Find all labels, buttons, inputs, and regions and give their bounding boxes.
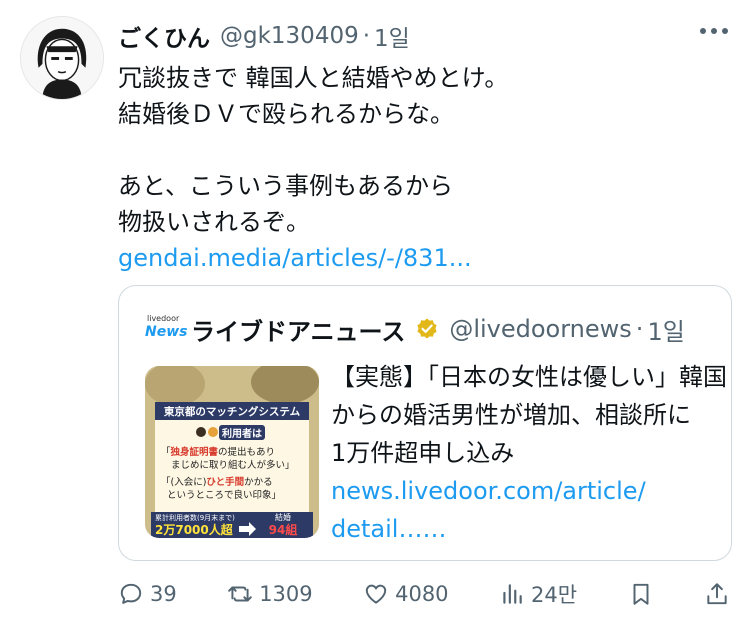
verified-badge-icon	[417, 318, 437, 339]
quote-line: 1万件超申し込み	[331, 439, 515, 467]
repost-icon	[228, 586, 252, 602]
action-bar: 39 1309 4080 24만	[118, 576, 730, 612]
thumb-quote1-highlight: 独身証明書	[170, 446, 219, 458]
quote-handle[interactable]: @livedoornews	[449, 315, 631, 343]
quote-author-name[interactable]: ライブドアニュース	[191, 312, 405, 347]
quote-link-line[interactable]: detail……	[331, 510, 721, 548]
post-text: 冗談抜きで 韓国人と結婚やめとけ。 結婚後ＤＶで殴られるからな。 あと、こういう…	[118, 60, 728, 276]
quote-link-line[interactable]: news.livedoor.com/article/	[331, 472, 721, 510]
post-line: 物扱いされるぞ。	[118, 208, 310, 236]
like-count: 4080	[395, 582, 449, 606]
thumb-quote1-line1: 「独身証明書の提出もあり	[161, 446, 275, 458]
like-icon	[365, 584, 387, 604]
post-line: 結婚後ＤＶで殴られるからな。	[118, 100, 454, 128]
quote-thumbnail[interactable]: 東京都のマッチングシステム 利用者は 「独身証明書の提出もあり まじめに取り組む…	[145, 366, 319, 538]
reply-count: 39	[150, 582, 177, 606]
post-time[interactable]: 1일	[374, 19, 410, 53]
post-line-blank	[118, 132, 728, 168]
more-dot	[700, 28, 706, 34]
post-line: あと、こういう事例もあるから	[118, 172, 454, 200]
more-dot	[722, 28, 728, 34]
thumb-marriage-label: 結婚	[275, 512, 291, 522]
thumb-quote2-highlight: ひと手間	[206, 476, 244, 488]
thumb-quote2-b: かかる	[244, 477, 273, 488]
logo-small-text: livedoor	[147, 314, 180, 323]
more-icon[interactable]	[700, 28, 728, 34]
thumb-stat-value: 2万7000人超	[155, 522, 234, 537]
thumb-quote2-line2: というところで良い印象」	[167, 489, 281, 501]
quote-line: からの婚活男性が増加、相談所に	[331, 401, 691, 429]
post-link[interactable]: gendai.media/articles/-/831...	[118, 240, 728, 276]
avatar[interactable]	[20, 16, 104, 100]
thumb-quote1-a: の提出もあり	[218, 446, 275, 458]
livedoor-news-logo[interactable]: livedoor News	[141, 312, 187, 346]
thumb-quote2-a: 「(入会に)	[161, 476, 206, 488]
share-button[interactable]	[704, 581, 730, 607]
quote-separator: ·	[635, 315, 644, 343]
post-line: 冗談抜きで 韓国人と結婚やめとけ。	[118, 64, 509, 92]
more-dot	[711, 28, 717, 34]
like-button[interactable]: 4080	[363, 581, 449, 607]
views-icon	[503, 584, 522, 604]
share-icon	[707, 583, 727, 605]
post-header: ごくひん @gk130409 · 1일	[118, 20, 410, 52]
quoted-post[interactable]: livedoor News ライブドアニュース @livedoornews · …	[118, 285, 732, 561]
avatar-illustration	[21, 17, 103, 99]
thumb-badge: 利用者は	[222, 427, 262, 440]
thumb-title: 東京都のマッチングシステム	[164, 405, 301, 418]
thumb-quote1-line2: まじめに取り組む人が多い」	[171, 459, 295, 471]
thumb-marriage-value: 94組	[269, 522, 298, 537]
thumb-quote2-line1: 「(入会に)ひと手間かかる	[161, 476, 273, 488]
repost-button[interactable]: 1309	[227, 581, 313, 607]
quote-time[interactable]: 1일	[647, 312, 684, 347]
author-handle[interactable]: @gk130409	[220, 23, 359, 49]
reply-button[interactable]: 39	[118, 581, 177, 607]
author-name[interactable]: ごくひん	[118, 19, 210, 53]
thumb-stat-label: 累計利用者数(9月末まで)	[155, 513, 235, 522]
bookmark-button[interactable]	[628, 581, 654, 607]
quote-text: 【実態】｢日本の女性は優しい」韓国 からの婚活男性が増加、相談所に 1万件超申し…	[331, 358, 727, 548]
meta-separator: ·	[362, 23, 371, 49]
repost-count: 1309	[259, 582, 313, 606]
views-button[interactable]: 24만	[499, 579, 577, 609]
quote-header: livedoor News ライブドアニュース @livedoornews · …	[141, 312, 685, 346]
bookmark-icon	[633, 583, 648, 605]
reply-icon	[120, 583, 142, 604]
thumbnail-graphic: 東京都のマッチングシステム 利用者は 「独身証明書の提出もあり まじめに取り組む…	[145, 366, 319, 538]
quote-line: 【実態】｢日本の女性は優しい」韓国	[331, 363, 727, 391]
views-count: 24만	[531, 583, 578, 607]
logo-main-text: News	[145, 324, 188, 340]
